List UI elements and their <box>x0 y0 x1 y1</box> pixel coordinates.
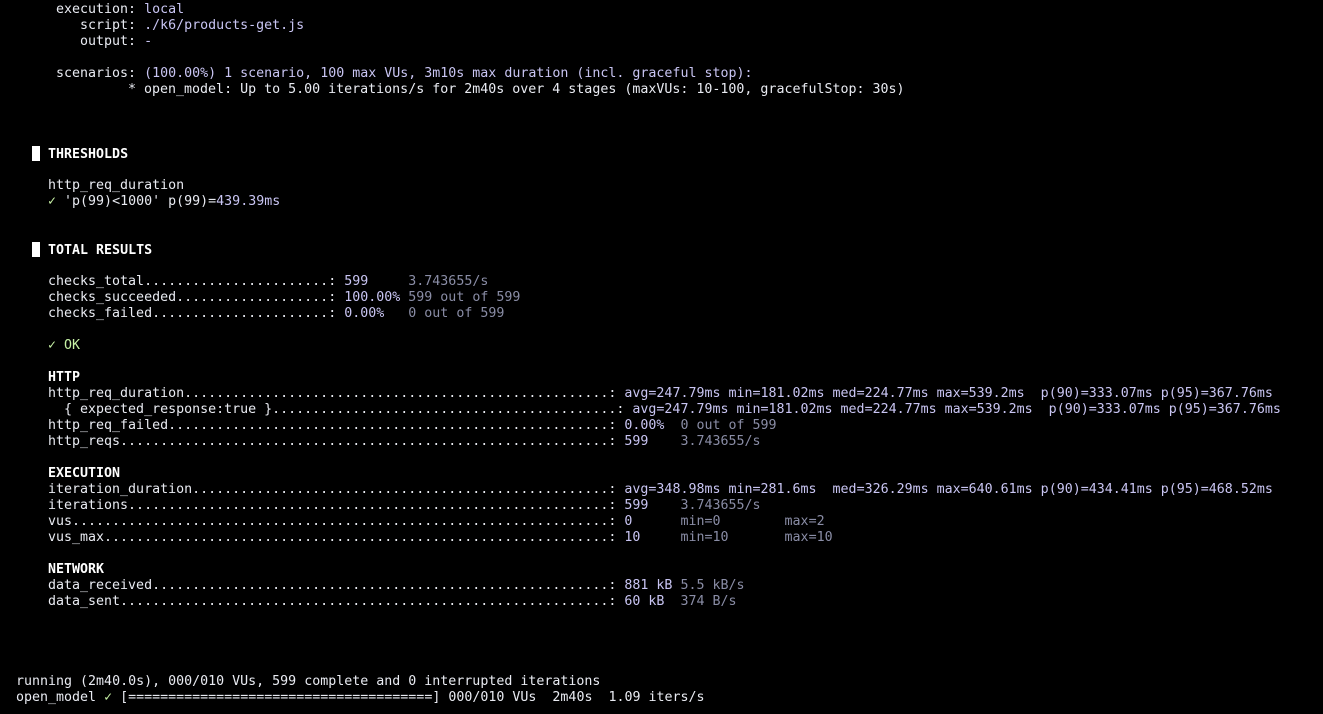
progress-bar: [======================================] <box>120 690 441 705</box>
threshold-result-value: 439.39ms <box>216 194 281 209</box>
running-status-text: running (2m40.0s), 000/010 VUs, 599 comp… <box>16 674 601 689</box>
data-sent-row: data_sent...............................… <box>48 594 737 610</box>
data-received-row: data_received...........................… <box>48 578 745 594</box>
checks-succeeded-extra: 599 out of 599 <box>408 290 521 305</box>
scenario-item-text: * open_model: Up to 5.00 iterations/s fo… <box>128 82 905 97</box>
scenario-name: open_model <box>16 690 97 705</box>
iteration-duration-value: avg=348.98ms min=281.6ms med=326.29ms ma… <box>624 482 1273 497</box>
output-value: - <box>144 34 153 49</box>
data-received-rate: 5.5 kB/s <box>680 578 745 593</box>
total-results-heading: TOTAL RESULTS <box>32 242 152 258</box>
threshold-result-key: p(99)= <box>168 194 217 209</box>
script-value: ./k6/products-get.js <box>144 18 305 33</box>
ok-status: ✓ OK <box>48 338 80 354</box>
threshold-rule-text: 'p(99)<1000' <box>64 194 161 209</box>
checks-succeeded-value: 100.00% <box>344 290 401 305</box>
checks-total-key: checks_total.......................: <box>48 274 337 289</box>
data-sent-value: 60 kB <box>624 594 665 609</box>
checks-total-rate: 3.743655/s <box>408 274 489 289</box>
http-req-duration-value: avg=247.79ms min=181.02ms med=224.77ms m… <box>624 386 1273 401</box>
scenario-item: * open_model: Up to 5.00 iterations/s fo… <box>128 82 905 98</box>
section-marker-icon <box>32 146 40 161</box>
script-key: script: <box>80 18 137 33</box>
checks-total-value: 599 <box>344 274 369 289</box>
data-received-value: 881 kB <box>624 578 673 593</box>
script-line: script: ./k6/products-get.js <box>80 18 304 34</box>
data-sent-key: data_sent...............................… <box>48 594 617 609</box>
checks-succeeded-key: checks_succeeded...................: <box>48 290 337 305</box>
threshold-rule: ✓ 'p(99)<1000' p(99)=439.39ms <box>48 194 280 210</box>
vus-max-row: vus_max.................................… <box>48 530 833 546</box>
http-req-failed-value: 0.00% <box>624 418 665 433</box>
execution-title: EXECUTION <box>48 466 121 481</box>
progress-vus: 000/010 VUs <box>448 690 537 705</box>
progress-rate: 1.09 iters/s <box>608 690 705 705</box>
vus-max: max=2 <box>784 514 825 529</box>
execution-heading: EXECUTION <box>48 466 120 482</box>
ok-label: OK <box>64 338 81 353</box>
threshold-metric: http_req_duration <box>48 178 184 194</box>
vus-value: 0 <box>624 514 633 529</box>
scenarios-key: scenarios: <box>56 66 137 81</box>
http-reqs-value: 599 <box>624 434 649 449</box>
checks-failed-row: checks_failed......................: 0.0… <box>48 306 504 322</box>
network-title: NETWORK <box>48 562 105 577</box>
vus-max-value: 10 <box>624 530 641 545</box>
scenario-progress: open_model ✓ [==========================… <box>16 690 705 706</box>
data-sent-rate: 374 B/s <box>680 594 737 609</box>
expected-response-value: avg=247.79ms min=181.02ms med=224.77ms m… <box>632 402 1281 417</box>
output-line: output: - <box>80 34 152 50</box>
vus-row: vus.....................................… <box>48 514 825 530</box>
check-mark-icon: ✓ <box>48 194 57 209</box>
http-req-failed-key: http_req_failed.........................… <box>48 418 617 433</box>
http-req-duration-key: http_req_duration.......................… <box>48 386 617 401</box>
http-heading: HTTP <box>48 370 80 386</box>
check-mark-icon: ✓ <box>104 690 113 705</box>
iteration-duration-row: iteration_duration......................… <box>48 482 1273 498</box>
data-received-key: data_received...........................… <box>48 578 617 593</box>
http-reqs-row: http_reqs...............................… <box>48 434 761 450</box>
section-marker-icon <box>32 242 40 257</box>
checks-total-row: checks_total.......................: 599… <box>48 274 488 290</box>
http-req-duration-row: http_req_duration.......................… <box>48 386 1273 402</box>
threshold-metric-name: http_req_duration <box>48 178 185 193</box>
checks-succeeded-row: checks_succeeded...................: 100… <box>48 290 520 306</box>
vus-max-key: vus_max.................................… <box>48 530 617 545</box>
http-req-failed-extra: 0 out of 599 <box>680 418 777 433</box>
thresholds-title: THRESHOLDS <box>48 147 129 162</box>
execution-line: execution: local <box>56 2 184 18</box>
execution-value: local <box>144 2 185 17</box>
expected-response-key: { expected_response:true }..............… <box>48 402 625 417</box>
http-title: HTTP <box>48 370 81 385</box>
vus-key: vus.....................................… <box>48 514 617 529</box>
vus-max-min: min=10 <box>680 530 729 545</box>
checks-failed-key: checks_failed......................: <box>48 306 337 321</box>
http-req-failed-row: http_req_failed.........................… <box>48 418 777 434</box>
network-heading: NETWORK <box>48 562 104 578</box>
vus-min: min=0 <box>680 514 721 529</box>
output-key: output: <box>80 34 137 49</box>
checks-failed-value: 0.00% <box>344 306 385 321</box>
vus-max-max: max=10 <box>784 530 833 545</box>
iterations-rate: 3.743655/s <box>680 498 761 513</box>
progress-duration: 2m40s <box>552 690 593 705</box>
check-mark-icon: ✓ <box>48 338 57 353</box>
total-results-title: TOTAL RESULTS <box>48 243 153 258</box>
http-reqs-key: http_reqs...............................… <box>48 434 617 449</box>
iteration-duration-key: iteration_duration......................… <box>48 482 617 497</box>
running-status: running (2m40.0s), 000/010 VUs, 599 comp… <box>16 674 600 690</box>
http-reqs-rate: 3.743655/s <box>680 434 761 449</box>
scenarios-value: (100.00%) 1 scenario, 100 max VUs, 3m10s… <box>144 66 753 81</box>
expected-response-row: { expected_response:true }..............… <box>48 402 1281 418</box>
iterations-row: iterations..............................… <box>48 498 761 514</box>
execution-key: execution: <box>56 2 137 17</box>
iterations-value: 599 <box>624 498 649 513</box>
iterations-key: iterations..............................… <box>48 498 617 513</box>
terminal-window: execution: local script: ./k6/products-g… <box>0 0 1323 714</box>
scenarios-line: scenarios: (100.00%) 1 scenario, 100 max… <box>56 66 753 82</box>
checks-failed-extra: 0 out of 599 <box>408 306 505 321</box>
thresholds-heading: THRESHOLDS <box>32 146 128 162</box>
